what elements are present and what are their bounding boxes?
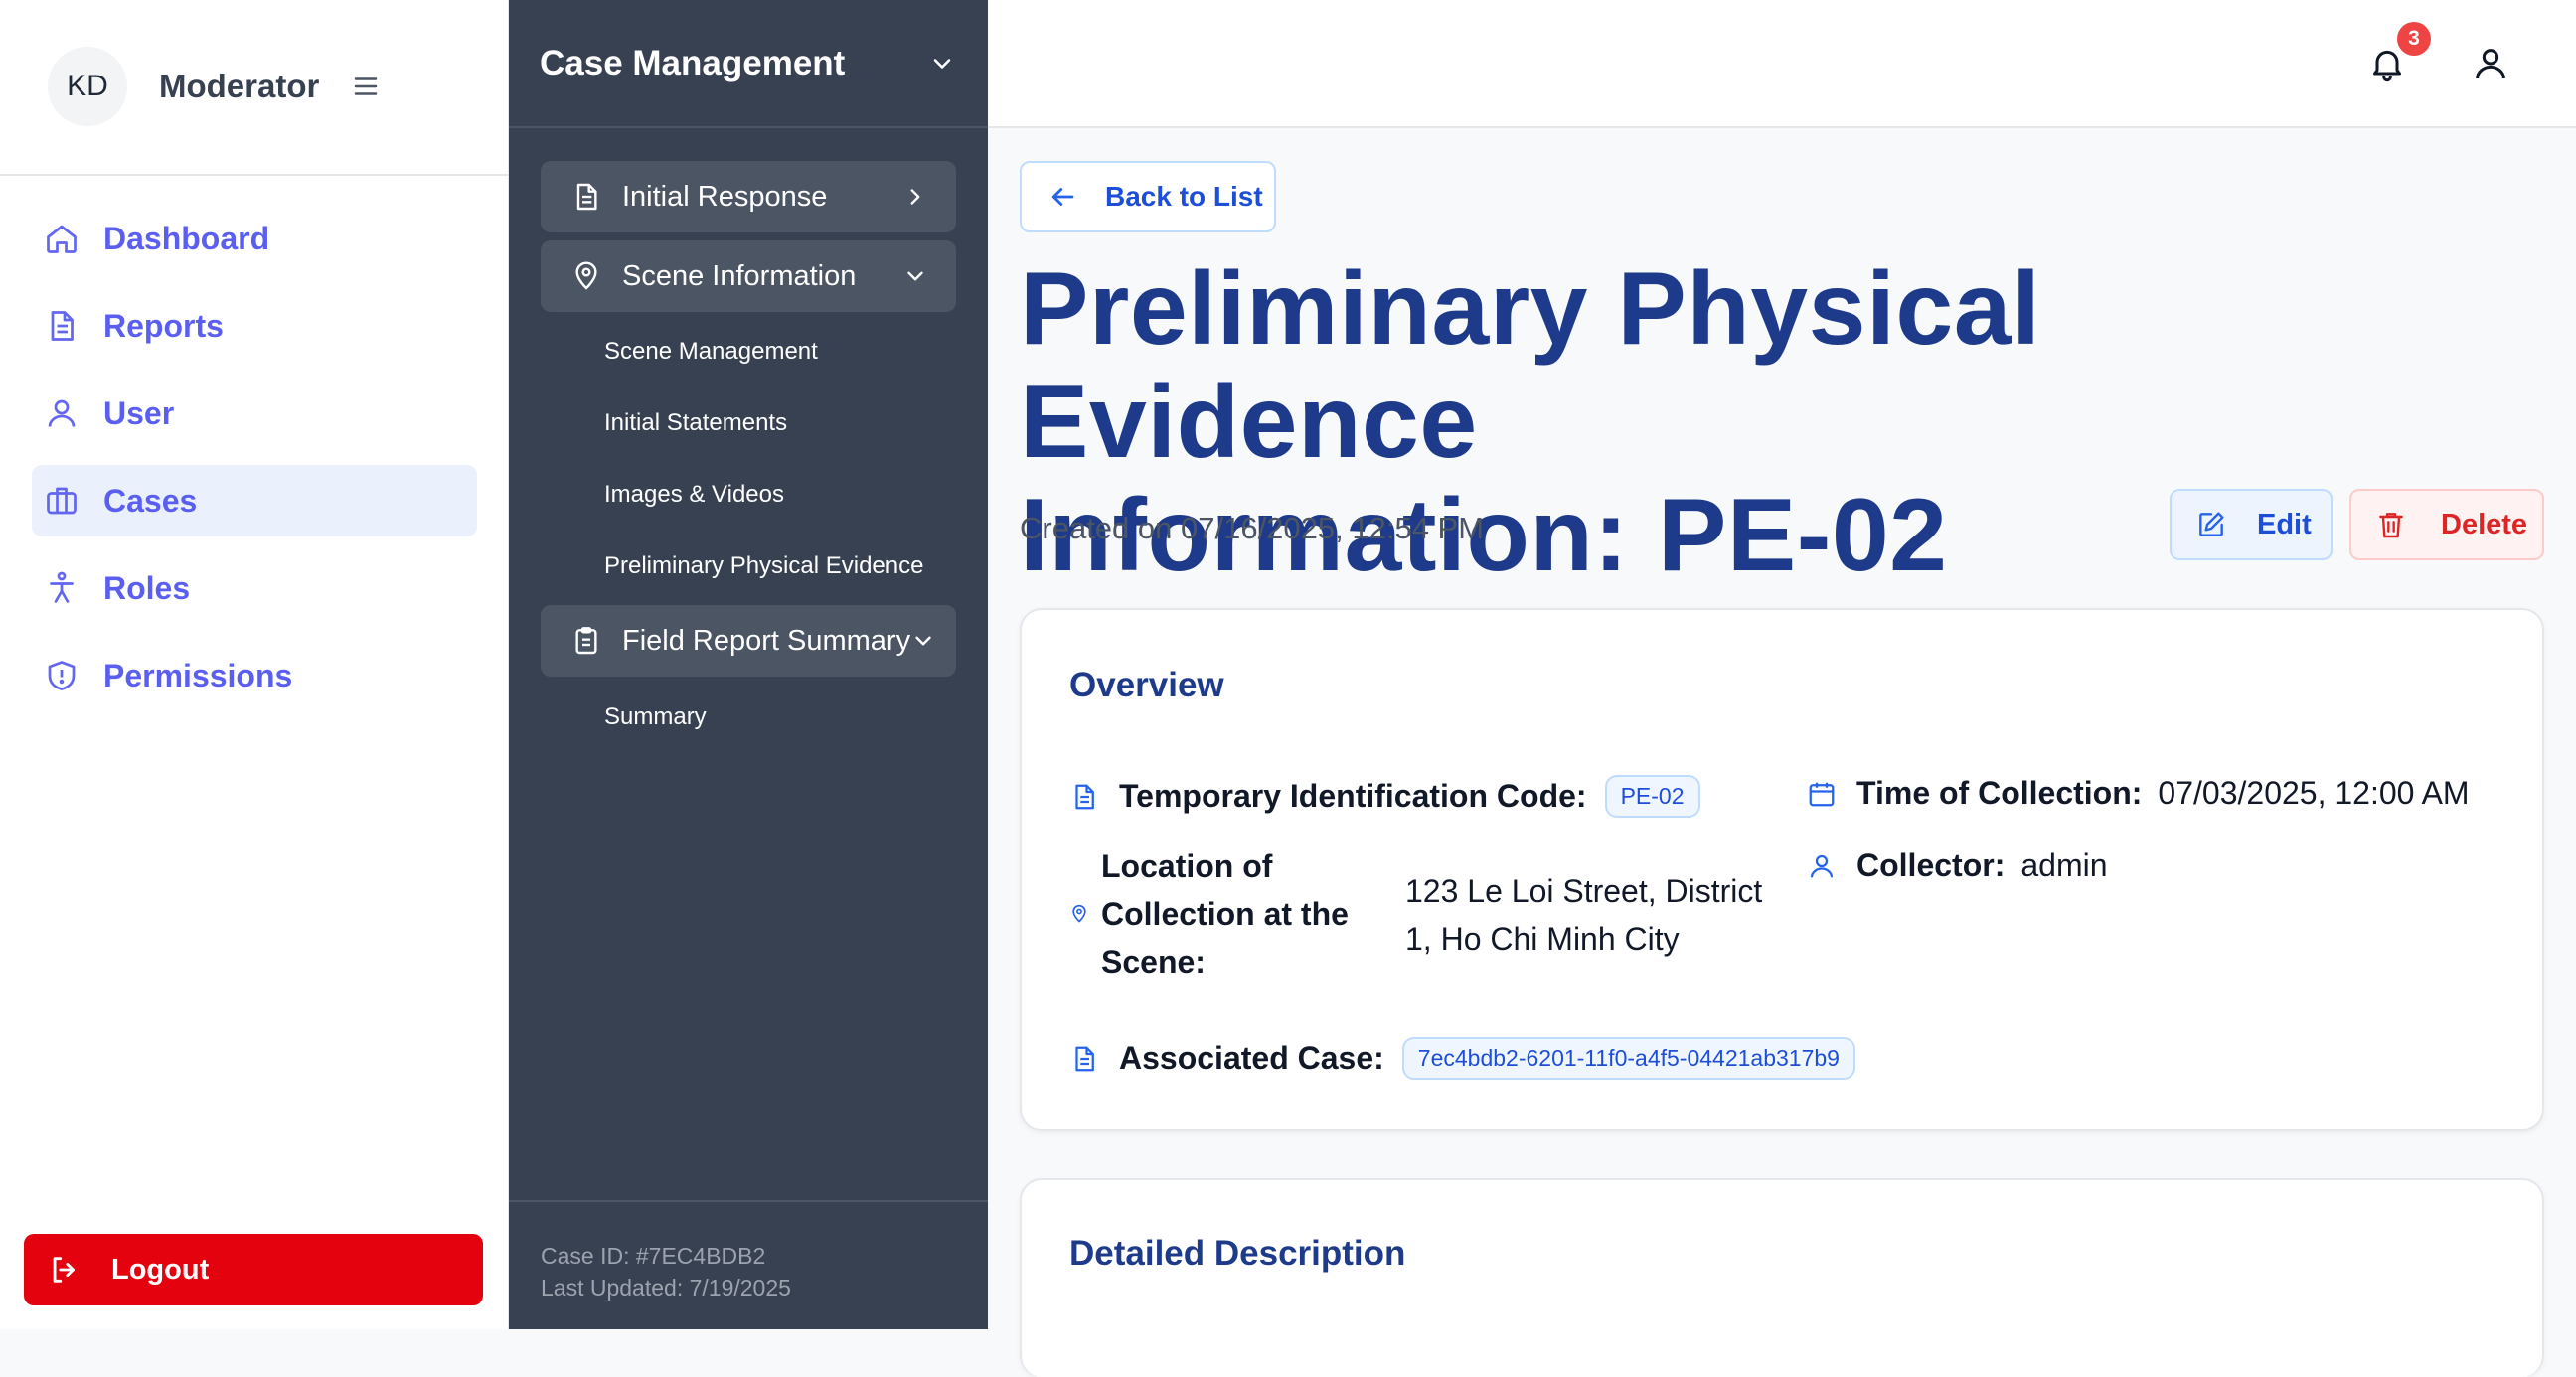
top-bar: 3: [988, 0, 2576, 128]
brand: KD Moderator: [48, 47, 381, 126]
group-label: Initial Response: [622, 180, 828, 213]
case-panel-title: Case Management: [540, 43, 846, 82]
sidebar-nav: Dashboard Reports User Cases Roles Permi…: [32, 203, 477, 727]
home-icon: [44, 221, 80, 256]
time-value: 07/03/2025, 12:00 AM: [2158, 775, 2470, 811]
case-id: Case ID: #7EC4BDB2: [541, 1243, 766, 1269]
notification-badge: 3: [2397, 22, 2431, 56]
overview-title: Overview: [1069, 666, 1224, 704]
back-label: Back to List: [1105, 181, 1263, 212]
detailed-description-card: Detailed Description: [1020, 1178, 2544, 1377]
edit-button[interactable]: Edit: [2170, 489, 2333, 560]
arrow-left-icon: [1047, 182, 1077, 212]
temp-code-badge: PE-02: [1604, 775, 1700, 818]
back-to-list-button[interactable]: Back to List: [1020, 161, 1276, 232]
hamburger-icon[interactable]: [351, 72, 381, 101]
last-updated: Last Updated: 7/19/2025: [541, 1275, 791, 1300]
sidebar-item-roles[interactable]: Roles: [32, 552, 477, 624]
subitem-scene-management[interactable]: Scene Management: [604, 338, 818, 366]
temp-code-field: Temporary Identification Code: PE-02: [1069, 775, 1700, 818]
time-label: Time of Collection:: [1856, 775, 2143, 811]
sidebar-item-label: Dashboard: [103, 220, 270, 256]
time-of-collection-field: Time of Collection: 07/03/2025, 12:00 AM: [1807, 775, 2470, 812]
subitem-summary[interactable]: Summary: [604, 703, 707, 731]
divider: [0, 174, 508, 176]
sidebar-item-reports[interactable]: Reports: [32, 290, 477, 362]
map-pin-icon: [1069, 904, 1089, 924]
delete-button[interactable]: Delete: [2349, 489, 2544, 560]
document-icon: [1069, 1044, 1099, 1074]
sidebar-item-label: Permissions: [103, 657, 293, 693]
edit-icon: [2195, 509, 2227, 540]
delete-label: Delete: [2441, 508, 2528, 540]
case-panel-footer: Case ID: #7EC4BDB2 Last Updated: 7/19/20…: [509, 1200, 988, 1329]
collector-field: Collector: admin: [1807, 847, 2108, 884]
associated-case-field: Associated Case: 7ec4bdb2-6201-11f0-a4f5…: [1069, 1037, 1855, 1080]
clipboard-icon: [570, 625, 602, 657]
sidebar-item-label: Cases: [103, 482, 198, 519]
detailed-description-title: Detailed Description: [1069, 1234, 1406, 1273]
map-pin-icon: [570, 260, 602, 292]
group-label: Field Report Summary: [622, 624, 911, 657]
collector-value: admin: [2020, 847, 2108, 883]
briefcase-icon: [44, 483, 80, 519]
document-icon: [44, 308, 80, 344]
edit-label: Edit: [2257, 508, 2312, 540]
collector-label: Collector:: [1856, 847, 2006, 883]
user-icon: [44, 395, 80, 431]
chevron-down-icon: [902, 263, 928, 289]
subitem-preliminary-physical-evidence[interactable]: Preliminary Physical Evidence: [604, 552, 923, 580]
associated-case-badge[interactable]: 7ec4bdb2-6201-11f0-a4f5-04421ab317b9: [1401, 1037, 1855, 1080]
location-label: Location of Collection at the Scene:: [1101, 848, 1349, 980]
logout-button[interactable]: Logout: [24, 1234, 483, 1305]
sidebar-item-label: User: [103, 394, 175, 431]
user-icon[interactable]: [2471, 44, 2510, 83]
group-initial-response[interactable]: Initial Response: [541, 161, 956, 232]
group-scene-information[interactable]: Scene Information: [541, 240, 956, 312]
person-icon: [44, 570, 80, 606]
sidebar-item-user[interactable]: User: [32, 378, 477, 449]
created-date: Created on 07/16/2025, 12:54 PM: [1020, 511, 1485, 545]
location-value: 123 Le Loi Street, District 1, Ho Chi Mi…: [1405, 873, 1763, 957]
associated-case-label: Associated Case:: [1119, 1040, 1384, 1076]
logout-label: Logout: [111, 1253, 210, 1286]
temp-code-label: Temporary Identification Code:: [1119, 778, 1587, 814]
document-icon: [570, 181, 602, 213]
case-panel-header[interactable]: Case Management: [509, 0, 988, 128]
sidebar: KD Moderator Dashboard Reports User Case…: [0, 0, 509, 1329]
chevron-down-icon[interactable]: [928, 50, 956, 77]
shield-icon: [44, 658, 80, 693]
chevron-right-icon: [902, 184, 928, 210]
document-icon: [1069, 782, 1099, 812]
subitem-images-videos[interactable]: Images & Videos: [604, 481, 784, 509]
calendar-icon: [1807, 779, 1837, 809]
logout-icon: [48, 1253, 81, 1287]
page-title-line-1: Preliminary Physical Evidence: [1020, 251, 2041, 480]
group-label: Scene Information: [622, 259, 857, 292]
sidebar-item-label: Reports: [103, 307, 224, 344]
sidebar-item-permissions[interactable]: Permissions: [32, 640, 477, 711]
user-icon: [1807, 851, 1837, 881]
subitem-initial-statements[interactable]: Initial Statements: [604, 409, 787, 437]
avatar[interactable]: KD: [48, 47, 127, 126]
chevron-down-icon: [910, 628, 936, 654]
group-field-report-summary[interactable]: Field Report Summary: [541, 605, 956, 677]
sidebar-item-dashboard[interactable]: Dashboard: [32, 203, 477, 274]
role-label: Moderator: [159, 68, 320, 104]
case-management-panel: Case Management Initial Response Scene I…: [509, 0, 988, 1329]
sidebar-item-label: Roles: [103, 569, 191, 606]
sidebar-item-cases[interactable]: Cases: [32, 465, 477, 536]
trash-icon: [2375, 509, 2407, 540]
